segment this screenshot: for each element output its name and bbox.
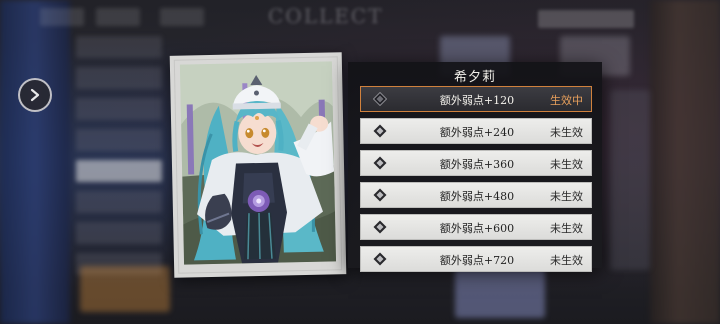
background-card xyxy=(610,90,650,270)
previous-character-button[interactable] xyxy=(18,78,52,112)
level-status: 未生效 xyxy=(550,190,583,203)
background-tab xyxy=(160,8,204,26)
level-status: 未生效 xyxy=(550,222,583,235)
upgrade-level-panel: 希夕莉 额外弱点+120 生效中 额外弱点+240 未生效 额外弱点+360 未… xyxy=(348,62,602,272)
collection-screen: COLLECT 希夕莉 额外弱点+120 生效中 额外弱点+240 未生效 额外… xyxy=(0,0,720,324)
level-row[interactable]: 额外弱点+600 未生效 xyxy=(360,214,592,240)
background-tab xyxy=(40,8,84,26)
background-curtain-right xyxy=(650,0,720,324)
level-row[interactable]: 额外弱点+480 未生效 xyxy=(360,182,592,208)
character-photo-card[interactable] xyxy=(169,52,347,278)
level-status: 未生效 xyxy=(550,254,583,267)
level-list: 额外弱点+120 生效中 额外弱点+240 未生效 额外弱点+360 未生效 额… xyxy=(360,86,592,278)
chevron-right-icon xyxy=(30,88,40,102)
background-curtain-left xyxy=(0,0,70,324)
level-status: 未生效 xyxy=(550,126,583,139)
level-row[interactable]: 额外弱点+240 未生效 xyxy=(360,118,592,144)
level-row[interactable]: 额外弱点+120 生效中 xyxy=(360,86,592,112)
background-title: COLLECT xyxy=(268,4,384,28)
background-top-right-button xyxy=(538,10,634,28)
background-card xyxy=(80,266,170,312)
level-row[interactable]: 额外弱点+360 未生效 xyxy=(360,150,592,176)
character-portrait xyxy=(179,61,337,265)
level-status: 未生效 xyxy=(550,158,583,171)
character-name: 希夕莉 xyxy=(453,70,496,85)
level-status: 生效中 xyxy=(550,94,583,107)
background-tab xyxy=(96,8,140,26)
level-row[interactable]: 额外弱点+720 未生效 xyxy=(360,246,592,272)
